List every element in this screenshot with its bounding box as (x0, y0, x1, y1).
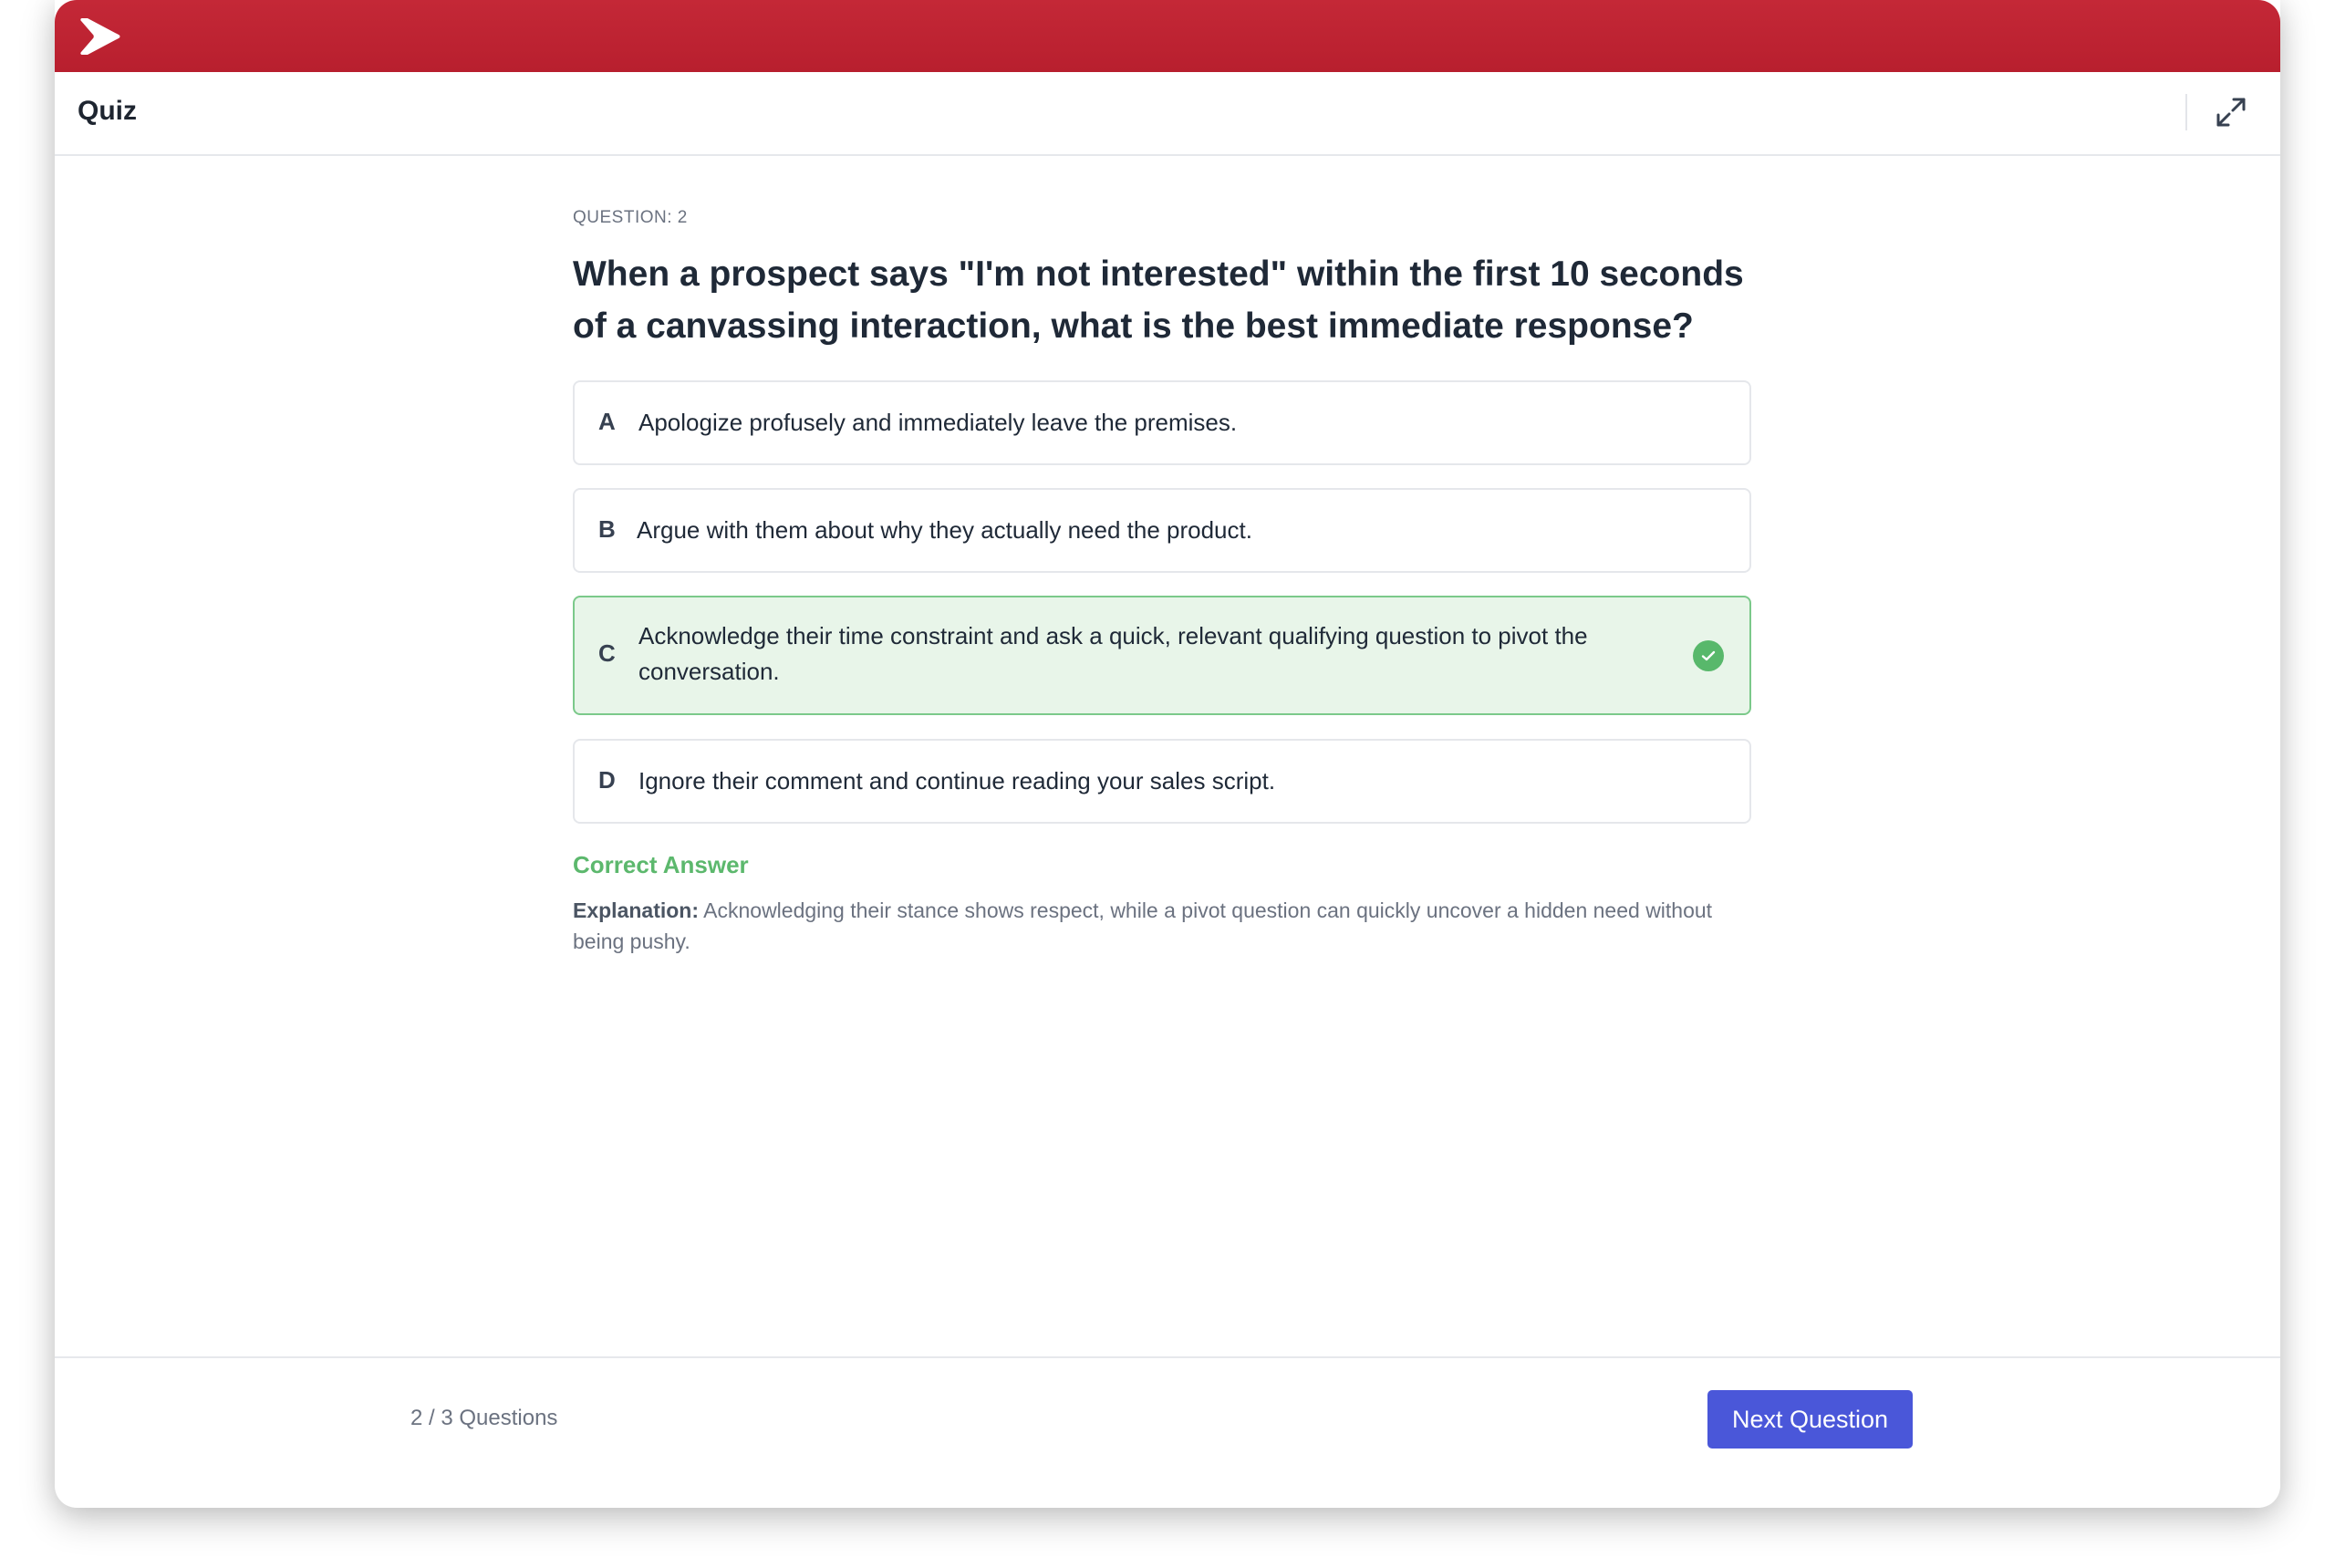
option-text: Argue with them about why they actually … (637, 516, 1252, 544)
explanation-label: Explanation: (573, 898, 700, 922)
option-d[interactable]: D Ignore their comment and continue read… (573, 739, 1751, 824)
quiz-header: Quiz (55, 72, 2280, 156)
next-question-button[interactable]: Next Question (1707, 1390, 1913, 1449)
answer-feedback-status: Correct Answer (573, 851, 749, 878)
expand-button[interactable] (2209, 90, 2253, 134)
question-text: When a prospect says "I'm not interested… (573, 254, 1744, 346)
check-circle-icon (1693, 640, 1724, 671)
play-chevron-logo-icon (80, 18, 120, 55)
option-text: Ignore their comment and continue readin… (638, 767, 1276, 794)
quiz-window: Quiz QUESTION: 2 When a prospect says "I… (55, 0, 2280, 1508)
option-letter: D (598, 766, 616, 794)
option-letter: A (598, 408, 616, 435)
question-progress: 2 / 3 Questions (410, 1406, 558, 1430)
explanation-text: Explanation: Acknowledging their stance … (573, 895, 1751, 957)
top-brand-bar (55, 0, 2280, 72)
explanation-body: Acknowledging their stance shows respect… (573, 898, 1713, 953)
option-letter: B (598, 515, 616, 543)
quiz-footer: 2 / 3 Questions Next Question (55, 1356, 2280, 1508)
quiz-content: QUESTION: 2 When a prospect says "I'm no… (573, 207, 1751, 953)
option-a[interactable]: A Apologize profusely and immediately le… (573, 380, 1751, 465)
expand-arrows-icon (2216, 98, 2246, 127)
page-title: Quiz (78, 96, 137, 126)
option-c-selected-correct[interactable]: C Acknowledge their time constraint and … (573, 596, 1751, 715)
option-text: Apologize profusely and immediately leav… (638, 409, 1238, 436)
header-divider (2185, 94, 2187, 130)
question-number-label: QUESTION: 2 (573, 208, 688, 227)
option-text: Acknowledge their time constraint and as… (638, 622, 1588, 685)
option-b[interactable]: B Argue with them about why they actuall… (573, 488, 1751, 573)
option-letter: C (598, 639, 616, 667)
